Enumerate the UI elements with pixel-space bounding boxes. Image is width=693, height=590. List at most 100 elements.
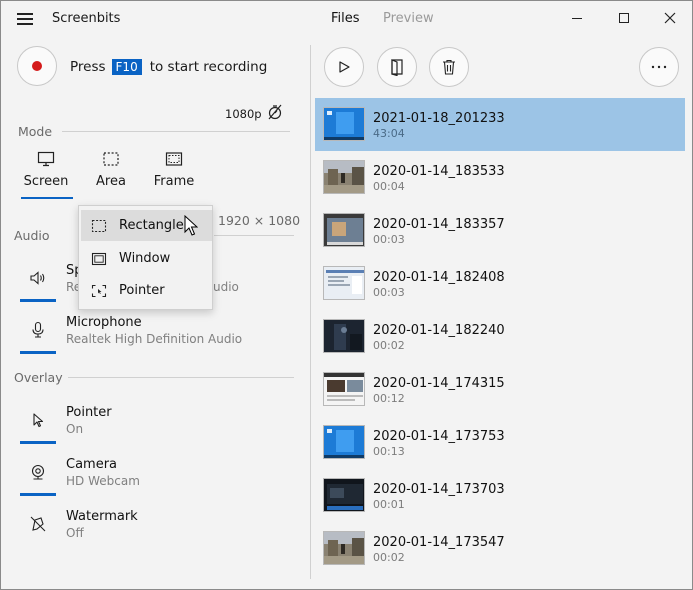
pointer-enabled-indicator: [20, 441, 56, 444]
watermark-title: Watermark: [66, 509, 138, 524]
watermark-off-icon: [30, 516, 46, 532]
recording-duration: 43:04: [373, 127, 405, 140]
close-button[interactable]: [647, 1, 692, 35]
overlay-section-label: Overlay: [14, 370, 63, 385]
frame-icon: [165, 152, 183, 166]
recording-duration: 00:03: [373, 233, 405, 246]
title-bar: Screenbits Files Preview: [1, 1, 692, 37]
microphone-title: Microphone: [66, 315, 142, 330]
mode-area-button[interactable]: Area: [91, 151, 131, 189]
mode-frame-label: Frame: [153, 174, 195, 189]
recording-list-item[interactable]: 2020-01-14_182240 00:02: [315, 310, 685, 363]
recording-thumbnail: [323, 266, 365, 300]
maximize-icon: [619, 13, 629, 23]
play-button[interactable]: [324, 47, 364, 87]
recording-name: 2020-01-14_182240: [373, 323, 505, 338]
open-folder-button[interactable]: [377, 47, 417, 87]
area-resolution: 1920 × 1080: [218, 213, 301, 228]
recording-list-item[interactable]: 2020-01-14_173547 00:02: [315, 522, 685, 575]
mode-screen-button[interactable]: Screen: [23, 151, 69, 189]
recording-thumbnail: [323, 372, 365, 406]
more-options-button[interactable]: [639, 47, 679, 87]
recording-name: 2020-01-14_173547: [373, 535, 505, 550]
recording-name: 2020-01-14_174315: [373, 376, 505, 391]
recording-duration: 00:04: [373, 180, 405, 193]
app-title: Screenbits: [52, 11, 121, 26]
recording-duration: 00:13: [373, 445, 405, 458]
overlay-divider: [68, 377, 294, 378]
recording-thumbnail: [323, 160, 365, 194]
microphone-option[interactable]: Microphone Realtek High Definition Audio: [19, 315, 289, 359]
mode-selected-indicator: [21, 197, 73, 199]
rectangle-select-icon: [91, 219, 107, 232]
recording-list-item[interactable]: 2020-01-14_173703 00:01: [315, 469, 685, 522]
camera-enabled-indicator: [20, 493, 56, 496]
mode-screen-label: Screen: [23, 174, 69, 189]
dropdown-item-label: Pointer: [119, 283, 165, 298]
record-hint: Press F10 to start recording: [70, 59, 267, 75]
recording-duration: 00:03: [373, 286, 405, 299]
speaker-icon: [30, 271, 45, 285]
speakers-subtitle-end: udio: [213, 280, 239, 294]
camera-option[interactable]: Camera HD Webcam: [19, 457, 289, 501]
tab-files[interactable]: Files: [331, 11, 360, 26]
mode-frame-button[interactable]: Frame: [153, 151, 195, 189]
panel-divider: [310, 45, 311, 579]
minimize-button[interactable]: [554, 1, 600, 35]
recording-list-item[interactable]: 2020-01-14_174315 00:12: [315, 363, 685, 416]
camera-status: HD Webcam: [66, 474, 140, 488]
maximize-button[interactable]: [601, 1, 647, 35]
mode-section-label: Mode: [18, 124, 53, 139]
monitor-icon: [37, 151, 55, 167]
dropdown-item-window[interactable]: Window: [81, 243, 212, 274]
recording-name: 2020-01-14_173703: [373, 482, 505, 497]
delete-button[interactable]: [429, 47, 469, 87]
pointer-icon: [33, 413, 44, 428]
camera-title: Camera: [66, 457, 118, 472]
folder-open-icon: [391, 59, 403, 76]
trash-icon: [443, 59, 455, 75]
pointer-option[interactable]: Pointer On: [19, 405, 289, 449]
watermark-option[interactable]: Watermark Off: [19, 509, 289, 553]
recording-thumbnail: [323, 425, 365, 459]
recording-name: 2020-01-14_182408: [373, 270, 505, 285]
dropdown-item-label: Window: [119, 251, 171, 266]
recording-name: 2020-01-14_183533: [373, 164, 505, 179]
recording-name: 2020-01-14_183357: [373, 217, 505, 232]
recording-list-item[interactable]: 2021-01-18_201233 43:04: [315, 98, 685, 151]
recording-name: 2021-01-18_201233: [373, 111, 505, 126]
recording-duration: 00:12: [373, 392, 405, 405]
quality-resolution[interactable]: 1080p: [225, 107, 262, 121]
mode-divider: [62, 131, 290, 132]
webcam-icon: [31, 464, 45, 480]
recording-thumbnail: [323, 107, 365, 141]
speakers-enabled-indicator: [20, 299, 56, 302]
recording-duration: 00:02: [373, 551, 405, 564]
recording-list-item[interactable]: 2020-01-14_183357 00:03: [315, 204, 685, 257]
recording-thumbnail: [323, 531, 365, 565]
watermark-status: Off: [66, 526, 84, 540]
recording-list-item[interactable]: 2020-01-14_173753 00:13: [315, 416, 685, 469]
play-icon: [339, 61, 350, 73]
recording-thumbnail: [323, 319, 365, 353]
mouse-cursor-icon: [184, 215, 198, 236]
dropdown-item-pointer[interactable]: Pointer: [81, 275, 212, 306]
app-window: Screenbits Files Preview Press F10 to st…: [0, 0, 693, 590]
hamburger-menu-icon[interactable]: [17, 13, 33, 25]
audio-divider: [214, 235, 294, 236]
recording-duration: 00:01: [373, 498, 405, 511]
recording-name: 2020-01-14_173753: [373, 429, 505, 444]
audio-section-label: Audio: [14, 228, 50, 243]
more-icon: [651, 65, 667, 69]
recording-list-item[interactable]: 2020-01-14_182408 00:03: [315, 257, 685, 310]
record-icon: [32, 61, 42, 71]
record-hint-suffix: to start recording: [149, 59, 268, 75]
microphone-subtitle: Realtek High Definition Audio: [66, 332, 243, 346]
tab-preview[interactable]: Preview: [383, 11, 434, 26]
record-button[interactable]: [17, 46, 57, 86]
close-icon: [664, 12, 676, 24]
recording-thumbnail: [323, 213, 365, 247]
pointer-title: Pointer: [66, 405, 112, 420]
recording-list-item[interactable]: 2020-01-14_183533 00:04: [315, 151, 685, 204]
framerate-off-icon[interactable]: [267, 104, 283, 120]
